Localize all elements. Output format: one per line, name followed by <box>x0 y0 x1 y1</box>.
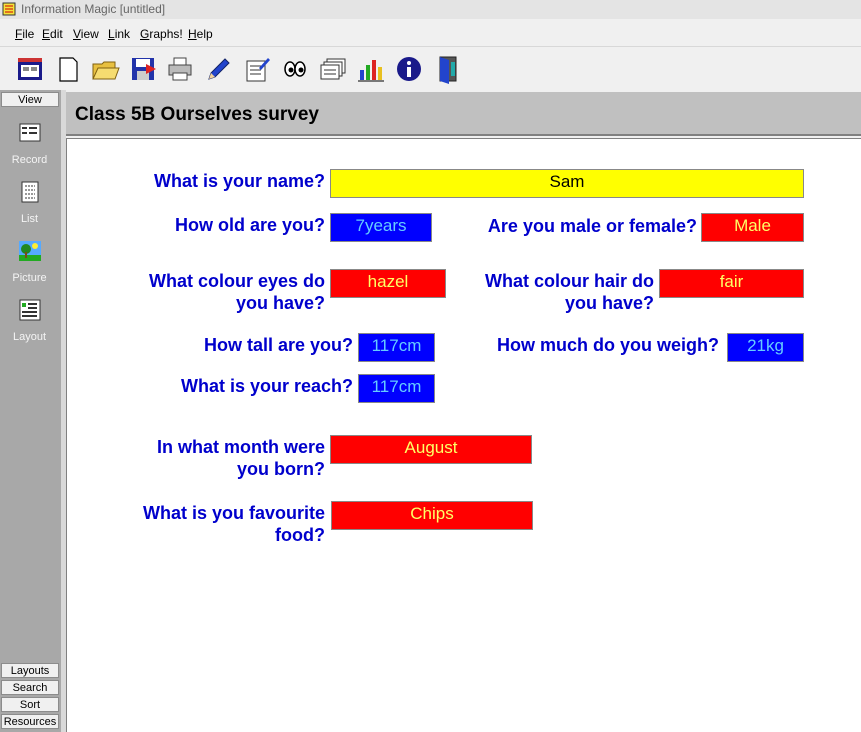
sidebar-item-label: Record <box>11 154 48 166</box>
search-button[interactable]: Search <box>1 680 59 695</box>
sort-button[interactable]: Sort <box>1 697 59 712</box>
birth-month-question-line1: In what month were <box>156 437 325 457</box>
title-bar: Information Magic [untitled] <box>0 0 861 19</box>
sex-field[interactable]: Male <box>701 213 804 242</box>
record-icon <box>19 123 40 142</box>
app-icon <box>2 2 16 16</box>
menu-bar: File Edit View Link Graphs! Help <box>0 20 861 47</box>
menu-view[interactable]: View <box>73 27 99 41</box>
sidebar-item-picture[interactable]: Picture <box>0 239 59 284</box>
hair-question-line1: What colour hair do <box>485 271 654 291</box>
eyes-question: What colour eyes do you have? <box>107 270 325 314</box>
eyes-question-line1: What colour eyes do <box>148 271 325 291</box>
exit-door-icon[interactable] <box>432 54 462 84</box>
hair-question-line2: you have? <box>564 293 654 313</box>
record-icon[interactable] <box>242 54 272 84</box>
food-question-line2: food? <box>275 525 325 545</box>
sidebar-item-label: List <box>20 213 39 225</box>
food-question-line1: What is you favourite <box>142 503 325 523</box>
weight-field[interactable]: 21kg <box>727 333 804 362</box>
toolbar <box>0 47 861 90</box>
birth-month-question: In what month were you born? <box>107 436 325 480</box>
menu-edit[interactable]: Edit <box>42 27 63 41</box>
height-question: How tall are you? <box>203 335 353 355</box>
view-eyes-icon[interactable] <box>280 54 310 84</box>
menu-link[interactable]: Link <box>108 27 130 41</box>
reach-field[interactable]: 117cm <box>358 374 435 403</box>
menu-graphs[interactable]: Graphs! <box>140 27 183 41</box>
info-icon[interactable] <box>394 54 424 84</box>
graph-icon[interactable] <box>356 54 386 84</box>
window-title: Information Magic [untitled] <box>21 2 166 16</box>
age-field[interactable]: 7years <box>330 213 432 242</box>
page-header: Class 5B Ourselves survey <box>66 92 861 136</box>
sex-question: Are you male or female? <box>487 216 697 236</box>
resources-button[interactable]: Resources <box>1 714 59 729</box>
database-icon[interactable] <box>15 54 45 84</box>
height-field[interactable]: 117cm <box>358 333 435 362</box>
sidebar-item-label: Layout <box>12 331 47 343</box>
sidebar-item-layout[interactable]: Layout <box>0 298 59 343</box>
list-icon <box>21 181 38 203</box>
food-field[interactable]: Chips <box>331 501 533 530</box>
print-icon[interactable] <box>165 54 195 84</box>
layout-icon <box>19 299 40 321</box>
sidebar-item-list[interactable]: List <box>0 180 59 225</box>
hair-question: What colour hair do you have? <box>447 270 654 314</box>
edit-pencil-icon[interactable] <box>203 54 233 84</box>
view-button[interactable]: View <box>1 92 59 107</box>
birth-month-field[interactable]: August <box>330 435 532 464</box>
hair-field[interactable]: fair <box>659 269 804 298</box>
cards-icon[interactable] <box>318 54 348 84</box>
eyes-question-line2: you have? <box>235 293 325 313</box>
menu-help[interactable]: Help <box>188 27 213 41</box>
page-title: Class 5B Ourselves survey <box>75 104 319 125</box>
name-question: What is your name? <box>153 171 325 191</box>
record-form: What is your name? Sam How old are you? … <box>66 138 861 732</box>
food-question: What is you favourite food? <box>107 502 325 546</box>
name-field[interactable]: Sam <box>330 169 804 198</box>
birth-month-question-line2: you born? <box>237 459 325 479</box>
sidebar-item-label: Picture <box>12 272 47 284</box>
layouts-button[interactable]: Layouts <box>1 663 59 678</box>
sidebar: View Record List Picture Layout Layouts … <box>0 90 62 732</box>
open-icon[interactable] <box>90 54 120 84</box>
menu-file[interactable]: File <box>15 27 34 41</box>
eyes-field[interactable]: hazel <box>330 269 446 298</box>
picture-icon <box>18 241 41 261</box>
sidebar-item-record[interactable]: Record <box>0 121 59 166</box>
age-question: How old are you? <box>174 215 325 235</box>
weight-question: How much do you weigh? <box>497 335 719 355</box>
save-icon[interactable] <box>128 54 158 84</box>
reach-question: What is your reach? <box>180 376 353 396</box>
new-icon[interactable] <box>53 54 83 84</box>
